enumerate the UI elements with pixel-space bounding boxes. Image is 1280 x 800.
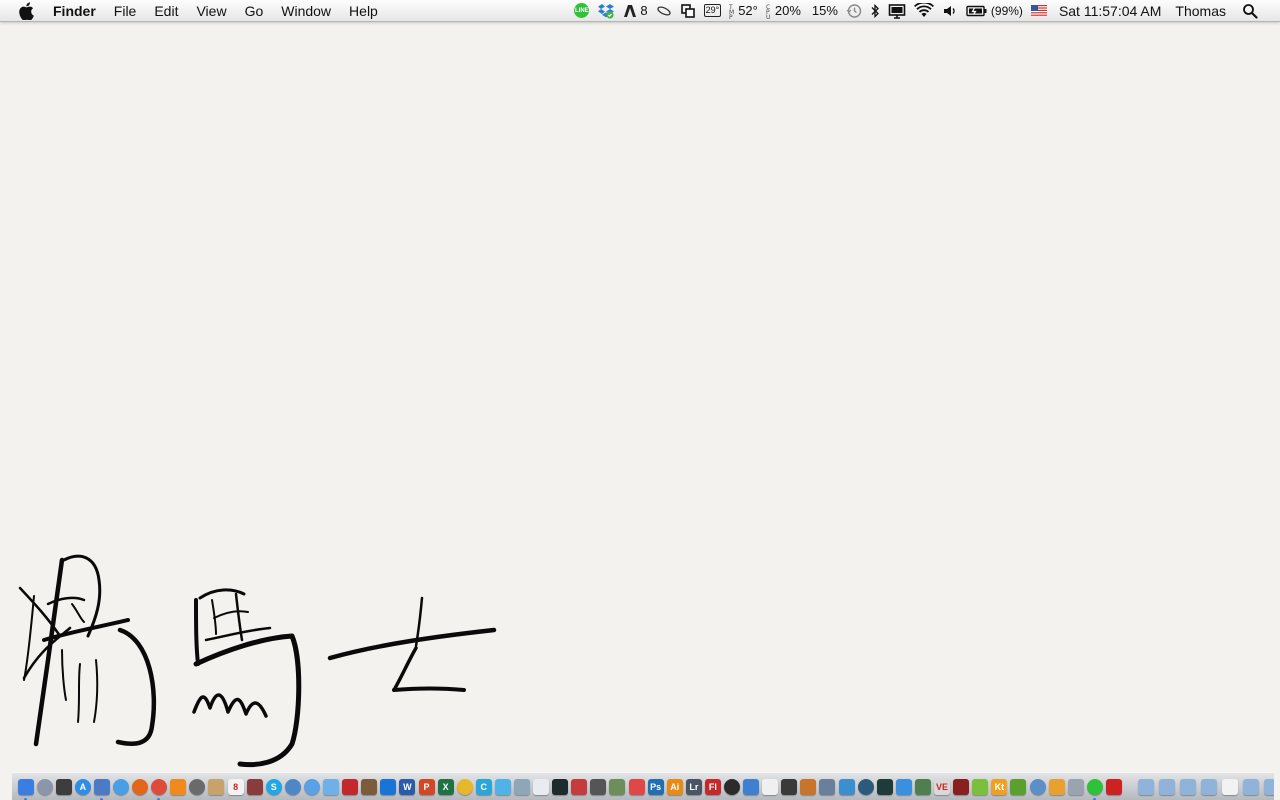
- dock-flash-icon[interactable]: Fl: [704, 778, 721, 795]
- dock-folder-stack-4-icon[interactable]: [1200, 778, 1217, 795]
- dock-system-info-icon[interactable]: [284, 778, 301, 795]
- dock-skype-label: S: [270, 781, 277, 792]
- dock-word-label: W: [403, 781, 412, 792]
- dock-flash-label: Fl: [708, 781, 717, 792]
- dock-apps: A 8 S W P X C Ps Ai Lr Fl VE Kt: [16, 778, 1123, 800]
- dock-illustrator-icon[interactable]: Ai: [666, 778, 683, 795]
- dock-photoshop-label: Ps: [650, 781, 662, 792]
- dock-excel-label: X: [442, 781, 449, 792]
- dock-finder-icon[interactable]: [17, 778, 34, 800]
- dock-tools-icon[interactable]: [513, 778, 530, 795]
- dock-photoshop-icon[interactable]: Ps: [647, 778, 664, 795]
- dock-camera-icon[interactable]: [189, 778, 206, 795]
- dock-contacts-icon[interactable]: [609, 778, 626, 795]
- dock-flashcards-icon[interactable]: [342, 778, 359, 795]
- dock-cross-icon[interactable]: [628, 778, 645, 795]
- dock-lightroom-label: Lr: [689, 781, 699, 792]
- dock-folder-stack-2-icon[interactable]: [1158, 778, 1175, 795]
- dock-calendar-icon[interactable]: 8: [227, 778, 244, 795]
- dock-gift-icon[interactable]: [800, 778, 817, 795]
- dock-folder-stack-1-icon[interactable]: [1137, 778, 1154, 795]
- dock-preview-icon[interactable]: [93, 778, 110, 800]
- dock-presentation-icon[interactable]: [571, 778, 588, 795]
- dock-powerpoint-label: P: [423, 781, 430, 792]
- dock-chrome-icon[interactable]: [151, 778, 168, 800]
- dock-launchpad-icon[interactable]: [36, 778, 53, 795]
- dock-folder-stack-3-icon[interactable]: [1179, 778, 1196, 795]
- dock-ve-label: VE: [936, 781, 949, 792]
- dock-dvd-icon[interactable]: [724, 778, 741, 795]
- dock-document-icon[interactable]: [533, 778, 550, 795]
- dock-kt-label: Kt: [994, 781, 1005, 792]
- screen: Finder File Edit View Go Window Help LIN…: [0, 0, 1280, 800]
- dock-stacks: [1135, 778, 1274, 795]
- dock-notes-icon[interactable]: [208, 778, 225, 795]
- dock-migration-icon[interactable]: [1029, 778, 1046, 795]
- dock-draw-icon[interactable]: [1048, 778, 1065, 795]
- dock-ve-icon[interactable]: VE: [934, 778, 951, 795]
- dock-kt-icon[interactable]: Kt: [991, 778, 1008, 795]
- dock-pen-icon[interactable]: [819, 778, 836, 795]
- dock-folder-stack-6-icon[interactable]: [1263, 778, 1274, 795]
- dock-media-icon[interactable]: [590, 778, 607, 795]
- dock-folder-stack-5-icon[interactable]: [1242, 778, 1259, 795]
- dock-textedit-icon[interactable]: [762, 778, 779, 795]
- dock-mail-icon[interactable]: [323, 778, 340, 795]
- dock-stocks-icon[interactable]: [876, 778, 893, 795]
- dock-illustrator-label: Ai: [670, 781, 680, 792]
- dock-app-store-icon[interactable]: A: [74, 778, 91, 795]
- dock-printer-icon[interactable]: [914, 778, 931, 795]
- dock-calendar-label: 8: [233, 781, 239, 792]
- dock-teamviewer-icon[interactable]: [380, 778, 397, 795]
- dock-photos-icon[interactable]: [361, 778, 378, 795]
- dock-word-icon[interactable]: W: [399, 778, 416, 795]
- dock: A 8 S W P X C Ps Ai Lr Fl VE Kt: [12, 772, 1274, 800]
- dock-safari-icon[interactable]: [113, 778, 130, 795]
- dock-line-app-icon[interactable]: [1086, 778, 1103, 800]
- dock-bottle-icon[interactable]: [1010, 778, 1027, 795]
- dock-mission-control-icon[interactable]: [55, 778, 72, 795]
- dock-keynote-icon[interactable]: [743, 778, 760, 795]
- dock-messages-icon[interactable]: [303, 778, 320, 795]
- dock-globe-icon[interactable]: [857, 778, 874, 795]
- dock-pdf-icon[interactable]: [1105, 778, 1122, 795]
- dock-vlc-icon[interactable]: [170, 778, 187, 795]
- dock-dropbox-bird-icon[interactable]: [494, 778, 511, 795]
- dock-c-app-label: C: [480, 781, 488, 792]
- dock-utility-icon[interactable]: [1067, 778, 1084, 795]
- dock-document-stack-icon[interactable]: [1221, 778, 1238, 795]
- dock-coin-icon[interactable]: [456, 778, 473, 795]
- dock-photo-booth-icon[interactable]: [246, 778, 263, 795]
- dock-firefox-icon[interactable]: [132, 778, 149, 795]
- dock-books-icon[interactable]: [953, 778, 970, 795]
- dock-lightroom-icon[interactable]: Lr: [685, 778, 702, 795]
- dock-c-app-icon[interactable]: C: [475, 778, 492, 795]
- dock-powerpoint-icon[interactable]: P: [418, 778, 435, 795]
- dock-terminal-icon[interactable]: [552, 778, 569, 795]
- handwritten-signature: [18, 554, 497, 768]
- dock-chart-icon[interactable]: [838, 778, 855, 795]
- dock-app-store-label: A: [79, 781, 87, 792]
- dock-screen-icon[interactable]: [781, 778, 798, 795]
- dock-excel-icon[interactable]: X: [437, 778, 454, 795]
- dock-skype-icon[interactable]: S: [265, 778, 282, 795]
- dock-android-icon[interactable]: [972, 778, 989, 795]
- dock-dropbox-icon[interactable]: [895, 778, 912, 795]
